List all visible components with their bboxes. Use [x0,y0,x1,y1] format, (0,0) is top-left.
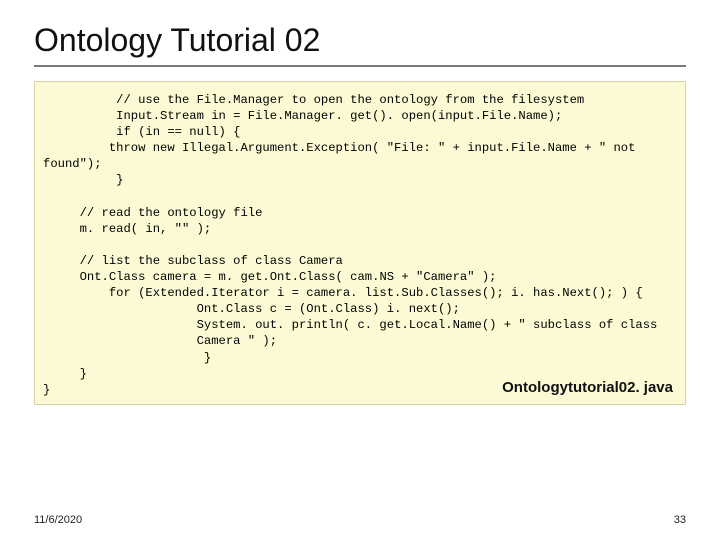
slide: Ontology Tutorial 02 // use the File.Man… [0,0,720,540]
footer: 11/6/2020 33 [34,514,686,526]
source-filename: Ontologytutorial02. java [502,378,673,398]
footer-date: 11/6/2020 [34,514,82,526]
footer-pageno: 33 [674,514,686,526]
code-block: // use the File.Manager to open the onto… [34,81,686,405]
code-text: // use the File.Manager to open the onto… [35,92,685,398]
page-title: Ontology Tutorial 02 [34,22,686,67]
